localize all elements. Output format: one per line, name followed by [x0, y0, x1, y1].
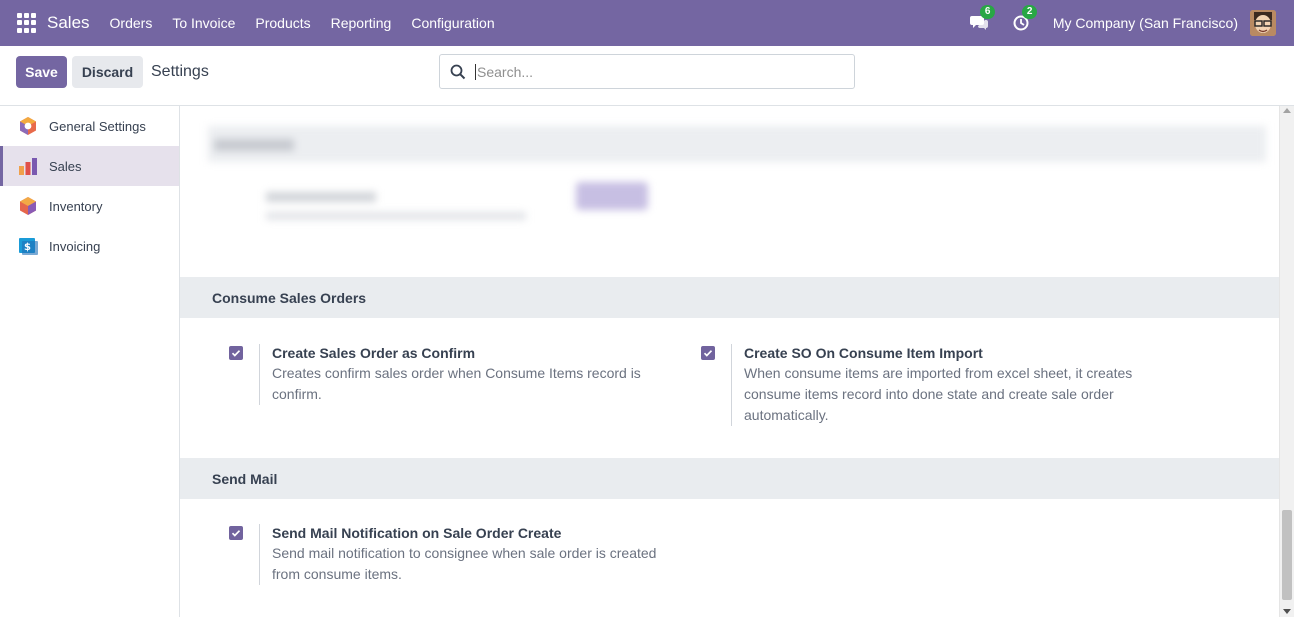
page-title: Settings — [151, 63, 209, 80]
sidebar-item-label: Inventory — [49, 198, 103, 214]
sidebar-item-label: Sales — [49, 158, 82, 174]
setting-send-mail-notification: Send Mail Notification on Sale Order Cre… — [229, 524, 669, 585]
app-brand[interactable]: Sales — [47, 13, 90, 33]
check-icon — [231, 350, 241, 357]
section-header-send-mail: Send Mail — [180, 458, 1279, 499]
settings-content: Consume Sales Orders Create Sales Order … — [180, 106, 1279, 617]
setting-title: Create Sales Order as Confirm — [272, 345, 476, 361]
sidebar-item-sales[interactable]: Sales — [0, 146, 179, 186]
setting-description: Creates confirm sales order when Consume… — [272, 365, 641, 402]
menu-orders[interactable]: Orders — [100, 15, 163, 31]
check-icon — [231, 530, 241, 537]
menu-to-invoice[interactable]: To Invoice — [162, 15, 245, 31]
setting-title: Send Mail Notification on Sale Order Cre… — [272, 525, 562, 541]
navbar-systray: 6 2 My Company (San Francisco) — [969, 0, 1276, 46]
setting-description: Send mail notification to consignee when… — [272, 545, 657, 582]
save-button[interactable]: Save — [16, 56, 67, 88]
sidebar-item-invoicing[interactable]: $ Invoicing — [0, 226, 179, 266]
checkbox-send-mail-notification[interactable] — [229, 526, 243, 540]
search-input[interactable] — [475, 63, 835, 80]
setting-create-so-import: Create SO On Consume Item Import When co… — [701, 344, 1151, 426]
user-avatar[interactable] — [1250, 10, 1276, 36]
section-header-consume-sales-orders: Consume Sales Orders — [180, 277, 1279, 318]
inventory-app-icon — [20, 197, 36, 215]
sidebar-item-label: General Settings — [49, 118, 146, 134]
discard-button[interactable]: Discard — [72, 56, 143, 88]
activities-badge: 2 — [1021, 5, 1038, 19]
setting-title: Create SO On Consume Item Import — [744, 345, 983, 361]
scroll-thumb[interactable] — [1282, 510, 1292, 600]
check-icon — [703, 350, 713, 357]
settings-sidebar: General Settings Sales Inventory $ Invoi… — [0, 106, 180, 617]
menu-configuration[interactable]: Configuration — [401, 15, 504, 31]
checkbox-create-so-import[interactable] — [701, 346, 715, 360]
activities-icon[interactable]: 2 — [1011, 5, 1038, 33]
scroll-down-arrow-icon[interactable] — [1283, 609, 1291, 614]
main-menu: Orders To Invoice Products Reporting Con… — [100, 15, 505, 31]
messages-badge: 6 — [979, 5, 996, 19]
menu-products[interactable]: Products — [245, 15, 320, 31]
apps-menu-icon[interactable] — [17, 13, 37, 33]
sidebar-item-inventory[interactable]: Inventory — [0, 186, 179, 226]
sidebar-item-general-settings[interactable]: General Settings — [0, 106, 179, 146]
invoicing-app-icon: $ — [19, 238, 38, 255]
svg-text:$: $ — [24, 242, 31, 253]
scroll-up-arrow-icon[interactable] — [1283, 108, 1291, 113]
control-panel: Save Discard Settings — [0, 46, 1294, 106]
setting-create-so-confirm: Create Sales Order as Confirm Creates co… — [229, 344, 659, 405]
company-switcher[interactable]: My Company (San Francisco) — [1053, 15, 1238, 31]
messages-icon[interactable]: 6 — [969, 5, 996, 33]
search-icon — [450, 64, 466, 79]
sales-app-icon — [19, 158, 37, 175]
setting-description: When consume items are imported from exc… — [744, 365, 1133, 423]
sidebar-item-label: Invoicing — [49, 238, 101, 254]
top-navbar: Sales Orders To Invoice Products Reporti… — [0, 0, 1294, 46]
menu-reporting[interactable]: Reporting — [321, 15, 402, 31]
main-scrollbar[interactable] — [1279, 106, 1294, 617]
search-box[interactable] — [439, 54, 855, 89]
checkbox-create-so-confirm[interactable] — [229, 346, 243, 360]
blurred-section — [208, 120, 1266, 240]
general-settings-icon — [20, 117, 36, 135]
